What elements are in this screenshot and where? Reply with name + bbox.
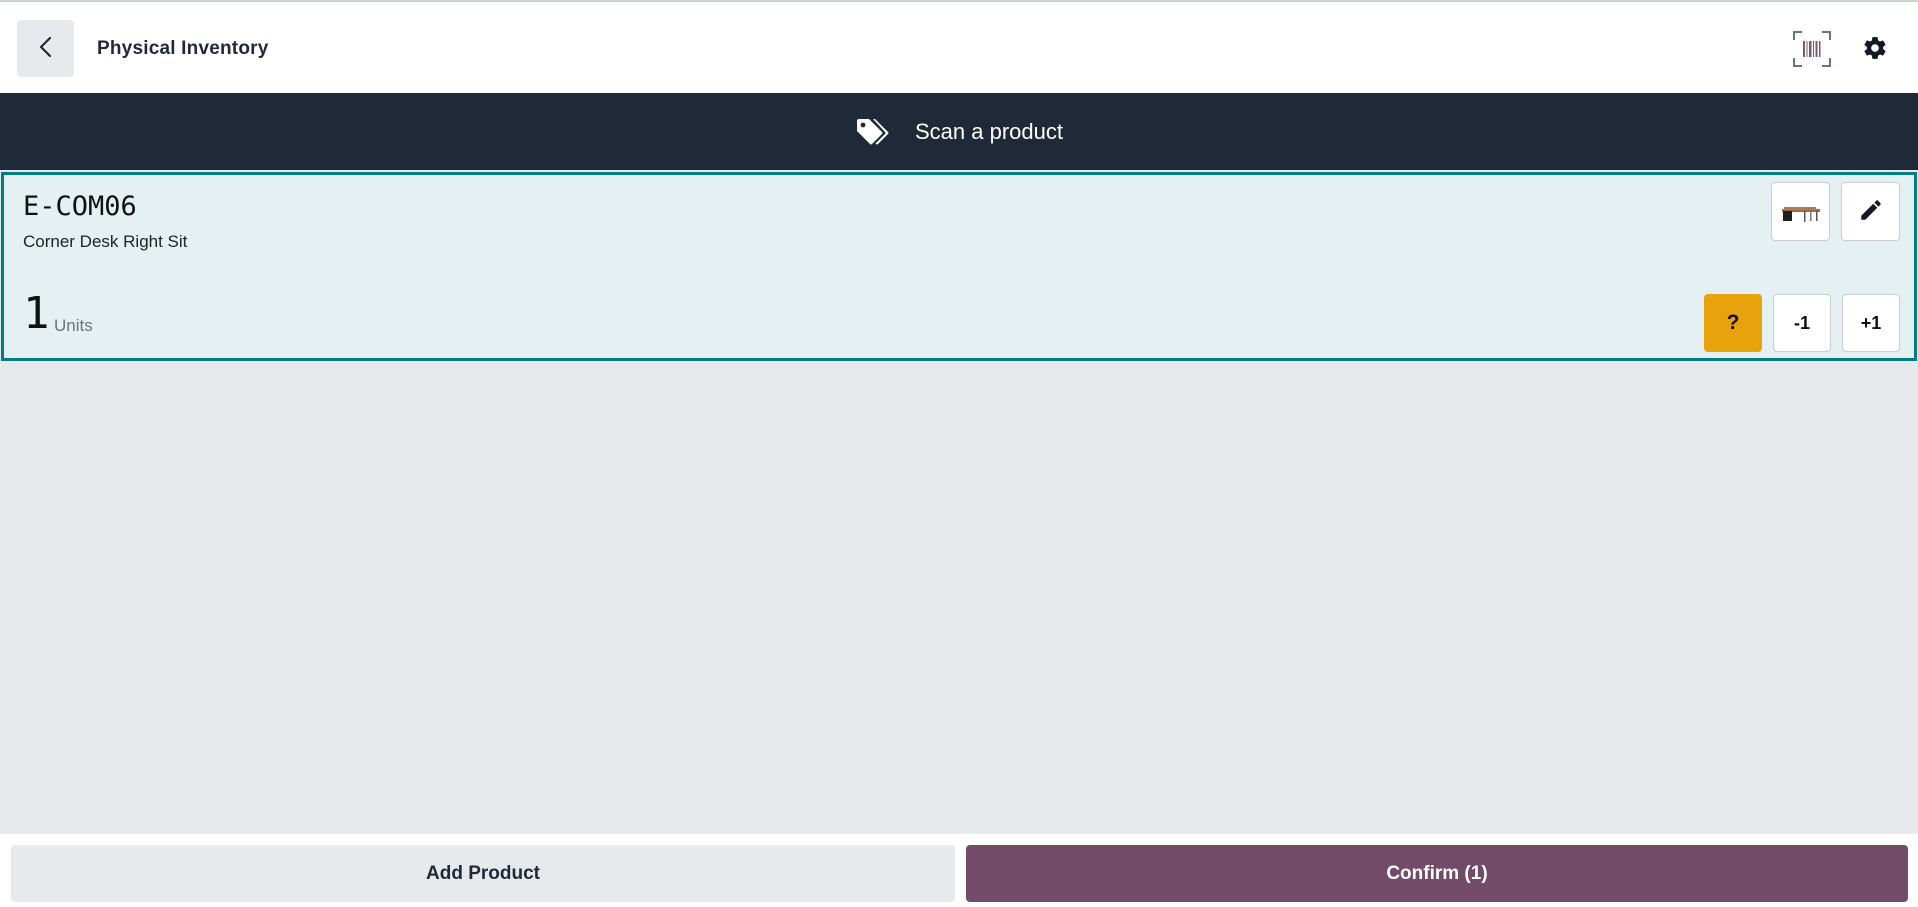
set-quantity-button[interactable]: ?: [1704, 294, 1762, 352]
banner-text: Scan a product: [915, 118, 1063, 144]
add-product-button[interactable]: Add Product: [11, 845, 955, 902]
chevron-left-icon: [38, 36, 54, 61]
tags-icon: [855, 118, 889, 146]
action-footer: Add Product Confirm (1): [0, 834, 1918, 907]
settings-button[interactable]: [1858, 32, 1892, 66]
scan-instruction-banner: Scan a product: [0, 93, 1918, 170]
back-button[interactable]: [17, 20, 74, 77]
page-title: Physical Inventory: [97, 38, 269, 59]
decrement-button[interactable]: -1: [1773, 294, 1831, 352]
pencil-icon: [1858, 197, 1884, 226]
product-image-button[interactable]: [1771, 182, 1830, 241]
increment-button[interactable]: +1: [1842, 294, 1900, 352]
unit-of-measure: Units: [54, 316, 93, 335]
barcode-scanner-button[interactable]: [1792, 30, 1832, 68]
product-sku: E-COM06: [23, 191, 137, 222]
confirm-button[interactable]: Confirm (1): [966, 845, 1908, 902]
desk-image: [1780, 195, 1822, 228]
edit-line-button[interactable]: [1841, 182, 1900, 241]
barcode-scanner-icon: [1792, 31, 1832, 71]
product-name: Corner Desk Right Sit: [23, 232, 188, 251]
gear-icon: [1862, 35, 1888, 64]
inventory-line[interactable]: E-COM06 Corner Desk Right Sit 1 Units ? …: [1, 172, 1917, 361]
app-header: Physical Inventory: [0, 2, 1918, 93]
counted-quantity: 1: [23, 288, 50, 339]
